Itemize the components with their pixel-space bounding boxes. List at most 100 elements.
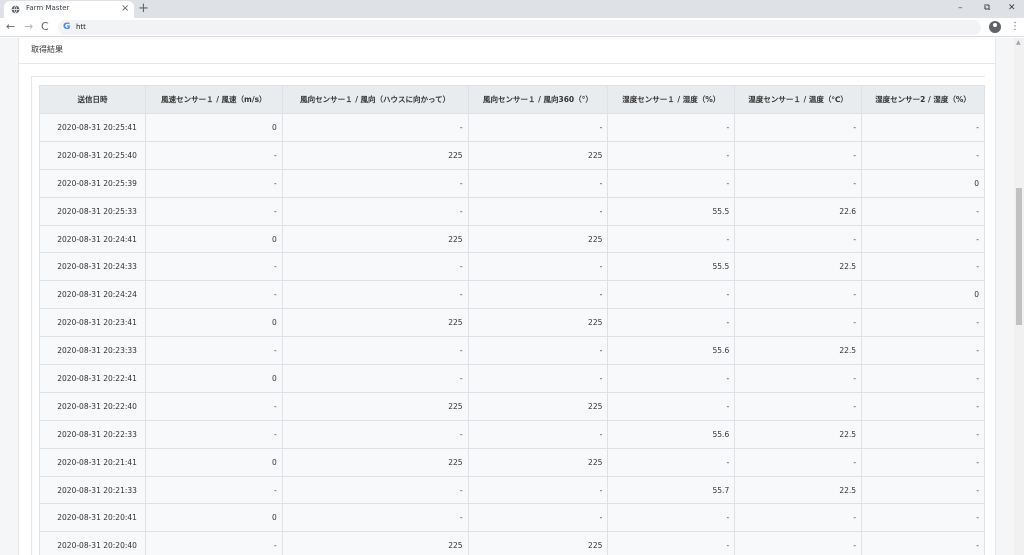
timestamp-cell: 2020-08-31 20:20:40: [39, 531, 146, 555]
value-cell: 55.7: [607, 475, 736, 505]
forward-arrow-icon[interactable]: →: [24, 19, 33, 35]
scroll-up-icon[interactable]: ▲: [1016, 40, 1021, 46]
value-cell: -: [861, 113, 985, 142]
column-header[interactable]: 風向センサー１ / 風向360（°）: [467, 85, 609, 114]
value-cell: -: [144, 140, 283, 170]
value-cell: 55.5: [607, 196, 736, 226]
timestamp-cell: 2020-08-31 20:25:33: [39, 196, 146, 226]
table-row: 2020-08-31 20:23:33- - -55.6 22.5-: [39, 336, 985, 366]
value-cell: -: [467, 196, 609, 226]
page-viewport: 取得結果 送信日時 風速センサー１ / 風速（m/s） 風向センサー１ / 風向…: [0, 38, 1014, 555]
column-header[interactable]: 風速センサー１ / 風速（m/s）: [144, 85, 283, 114]
value-cell: -: [467, 252, 609, 282]
value-cell: -: [607, 503, 736, 533]
card-header: 取得結果: [19, 38, 995, 64]
timestamp-cell: 2020-08-31 20:21:33: [39, 475, 146, 505]
google-icon: G: [63, 22, 71, 32]
value-cell: 225: [467, 308, 609, 338]
results-table: 送信日時 風速センサー１ / 風速（m/s） 風向センサー１ / 風向（ハウスに…: [39, 85, 985, 555]
value-cell: -: [861, 503, 985, 533]
value-cell: 55.6: [607, 419, 736, 449]
value-cell: -: [467, 168, 609, 198]
timestamp-cell: 2020-08-31 20:22:40: [39, 391, 146, 421]
address-bar[interactable]: G htt: [58, 20, 981, 35]
reload-icon[interactable]: C: [41, 19, 49, 35]
restore-button[interactable]: ⧉: [984, 1, 990, 15]
value-cell: -: [281, 336, 469, 366]
window-close-button[interactable]: ✕: [1008, 1, 1016, 15]
table-row: 2020-08-31 20:22:41 0- - - - -: [39, 364, 985, 393]
column-header[interactable]: 温度センサー１ / 温度（℃）: [734, 85, 863, 114]
table-row: 2020-08-31 20:21:33- - -55.7 22.5-: [39, 475, 985, 505]
value-cell: 225: [467, 224, 609, 254]
timestamp-cell: 2020-08-31 20:25:40: [39, 140, 146, 170]
timestamp-cell: 2020-08-31 20:24:33: [39, 252, 146, 282]
value-cell: 225: [281, 140, 469, 170]
value-cell: 0: [861, 168, 985, 198]
value-cell: -: [607, 447, 736, 477]
table-row: 2020-08-31 20:23:41 0 225 225- - -: [39, 308, 985, 338]
value-cell: -: [734, 531, 863, 555]
value-cell: 225: [281, 224, 469, 254]
column-header[interactable]: 湿度センサー１ / 湿度（%）: [607, 85, 736, 114]
value-cell: 22.5: [734, 252, 863, 282]
value-cell: -: [861, 308, 985, 338]
back-arrow-icon[interactable]: ←: [6, 19, 15, 35]
value-cell: 225: [467, 447, 609, 477]
value-cell: 22.5: [734, 475, 863, 505]
value-cell: -: [734, 280, 863, 310]
value-cell: -: [144, 391, 283, 421]
value-cell: 225: [281, 391, 469, 421]
kebab-menu-icon[interactable]: ⋮: [1010, 19, 1020, 35]
value-cell: 22.6: [734, 196, 863, 226]
value-cell: -: [861, 196, 985, 226]
timestamp-cell: 2020-08-31 20:21:41: [39, 447, 146, 477]
table-row: 2020-08-31 20:24:33- - -55.5 22.5-: [39, 252, 985, 282]
new-tab-button[interactable]: +: [138, 0, 149, 17]
globe-icon: [11, 5, 20, 14]
timestamp-cell: 2020-08-31 20:24:24: [39, 280, 146, 310]
tab-title: Farm Master: [26, 4, 70, 12]
value-cell: 0: [144, 224, 283, 254]
browser-toolbar: ← → C G htt ⋮: [0, 18, 1024, 37]
browser-tab[interactable]: Farm Master ×: [4, 1, 134, 18]
value-cell: -: [861, 336, 985, 366]
value-cell: -: [281, 168, 469, 198]
url-text[interactable]: htt: [76, 22, 86, 33]
table-row: 2020-08-31 20:22:33- - -55.6 22.5-: [39, 419, 985, 449]
value-cell: 0: [144, 308, 283, 338]
value-cell: -: [281, 419, 469, 449]
value-cell: -: [144, 475, 283, 505]
value-cell: 0: [144, 364, 283, 393]
table-row: 2020-08-31 20:25:39- - - - -0: [39, 168, 985, 198]
minimize-button[interactable]: –: [958, 1, 963, 15]
column-header[interactable]: 湿度センサー2 / 湿度（%）: [861, 85, 985, 114]
value-cell: -: [467, 364, 609, 393]
value-cell: -: [144, 252, 283, 282]
vertical-scrollbar[interactable]: ▲: [1014, 38, 1024, 555]
column-header[interactable]: 風向センサー１ / 風向（ハウスに向かって）: [281, 85, 469, 114]
value-cell: -: [144, 168, 283, 198]
profile-icon[interactable]: [989, 21, 1001, 33]
value-cell: -: [861, 447, 985, 477]
table-container: 送信日時 風速センサー１ / 風速（m/s） 風向センサー１ / 風向（ハウスに…: [31, 76, 985, 555]
timestamp-cell: 2020-08-31 20:24:41: [39, 224, 146, 254]
timestamp-cell: 2020-08-31 20:23:33: [39, 336, 146, 366]
value-cell: 55.6: [607, 336, 736, 366]
value-cell: -: [281, 503, 469, 533]
value-cell: -: [861, 419, 985, 449]
tab-strip: Farm Master × + – ⧉ ✕: [0, 0, 1024, 18]
value-cell: -: [861, 391, 985, 421]
table-row: 2020-08-31 20:25:41 0- - - - -: [39, 113, 985, 142]
scrollbar-thumb[interactable]: [1016, 188, 1022, 325]
value-cell: -: [467, 280, 609, 310]
value-cell: -: [281, 280, 469, 310]
column-header[interactable]: 送信日時: [39, 85, 146, 114]
value-cell: -: [734, 447, 863, 477]
value-cell: -: [144, 196, 283, 226]
table-row: 2020-08-31 20:22:40-225 225- - -: [39, 391, 985, 421]
value-cell: -: [607, 140, 736, 170]
value-cell: -: [144, 336, 283, 366]
value-cell: -: [861, 475, 985, 505]
tab-close-icon[interactable]: ×: [121, 3, 129, 15]
